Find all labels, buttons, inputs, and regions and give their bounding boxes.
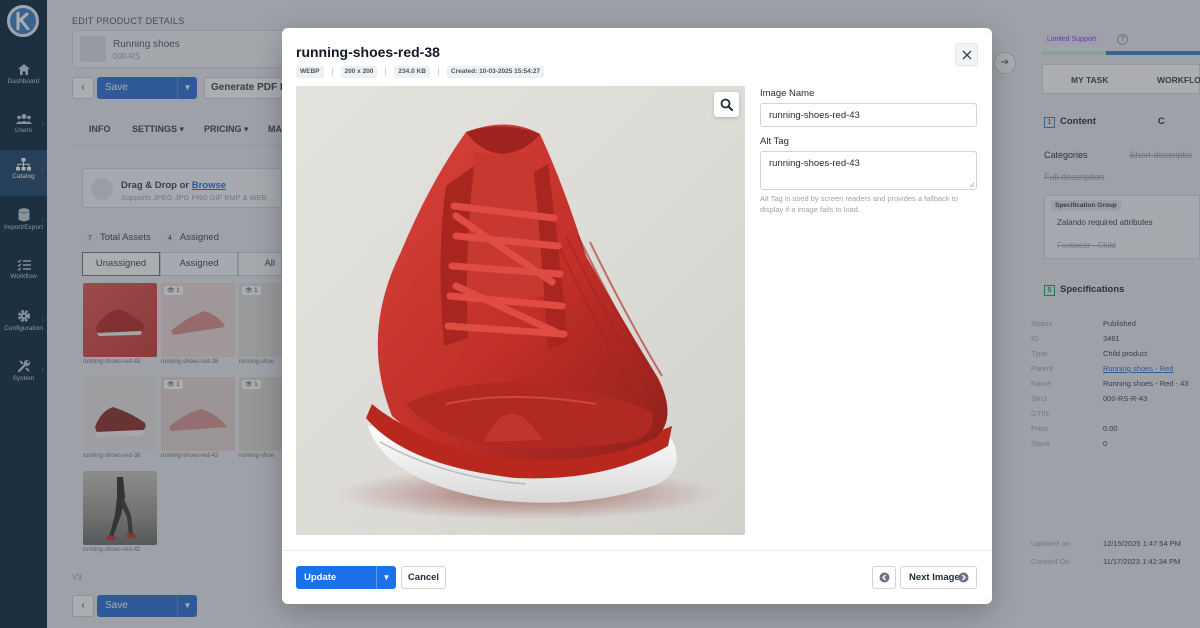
image-name-label: Image Name	[760, 88, 815, 99]
filesize-badge: 234.0 KB	[394, 66, 430, 78]
resize-handle-icon[interactable]	[969, 182, 975, 188]
image-name-input[interactable]	[760, 103, 977, 127]
image-preview	[296, 86, 745, 535]
next-image-label: Next Image	[909, 572, 960, 583]
search-icon	[720, 98, 733, 111]
dimensions-badge: 200 x 200	[340, 66, 378, 78]
format-badge: WEBP	[296, 66, 324, 78]
arrow-right-circle-icon	[958, 572, 969, 583]
image-details-modal: running-shoes-red-38 WEBP 200 x 200 234.0 …	[282, 28, 992, 604]
alt-tag-label: Alt Tag	[760, 136, 789, 147]
update-label: Update	[304, 572, 337, 583]
chevron-down-icon[interactable]: ▼	[376, 566, 396, 589]
cancel-button[interactable]: Cancel	[401, 566, 446, 589]
zoom-button[interactable]	[714, 92, 739, 117]
close-icon	[962, 50, 972, 60]
created-badge: Created: 10-03-2025 15:54:27	[446, 66, 545, 78]
next-image-button[interactable]: Next Image	[900, 566, 977, 589]
image-meta: WEBP 200 x 200 234.0 KB Created: 10-03-2025…	[296, 66, 545, 78]
modal-footer: Update ▼ Cancel Next Image	[282, 550, 992, 604]
arrow-left-circle-icon	[879, 572, 890, 583]
update-button[interactable]: Update ▼	[296, 566, 396, 589]
alt-tag-help: Alt Tag is used by screen readers and pr…	[760, 194, 958, 214]
alt-tag-textarea[interactable]: running-shoes-red-43	[760, 151, 977, 190]
previous-image-button[interactable]	[872, 566, 896, 589]
red-running-shoe-image	[336, 124, 716, 520]
close-button[interactable]	[955, 43, 978, 66]
modal-title: running-shoes-red-38	[296, 44, 440, 60]
